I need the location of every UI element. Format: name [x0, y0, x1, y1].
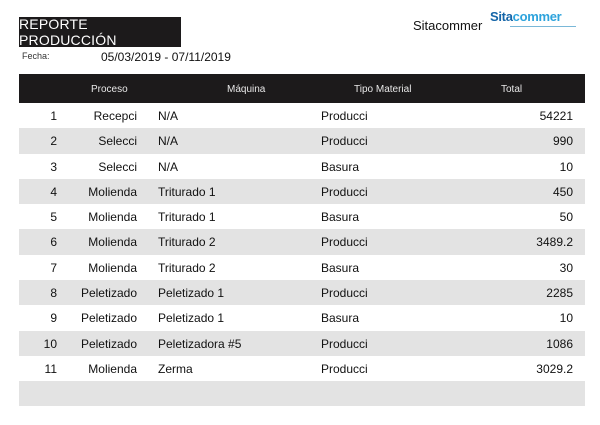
cell-tipo-material: Basura — [321, 311, 360, 326]
cell-total: 10 — [559, 311, 573, 326]
table-empty-row — [19, 381, 585, 407]
company-logo: Sitacommer — [490, 10, 580, 32]
cell-total: 30 — [559, 260, 573, 275]
cell-proceso: Molienda — [88, 235, 137, 250]
cell-total: 3489.2 — [536, 235, 573, 250]
cell-maquina: Peletizado 1 — [158, 286, 225, 301]
table-row: 11 Molienda Zerma Producci 3029.2 — [19, 356, 585, 381]
cell-tipo-material: Basura — [321, 210, 360, 225]
cell-total: 3029.2 — [536, 361, 573, 376]
cell-proceso: Recepci — [93, 109, 137, 123]
cell-proceso: Peletizado — [80, 311, 137, 326]
cell-total: 450 — [552, 184, 573, 199]
cell-total: 2285 — [546, 286, 573, 301]
cell-proceso: Molienda — [88, 361, 137, 376]
cell-total: 10 — [559, 159, 573, 174]
table-body: 1 Recepci N/A Producci 54221 2 Selecci N/A Produ… — [19, 103, 585, 381]
cell-maquina: Triturado 1 — [158, 184, 216, 199]
row-number: 11 — [44, 361, 57, 376]
row-number: 9 — [50, 311, 57, 326]
cell-tipo-material: Basura — [321, 260, 360, 275]
header-total: Total — [501, 84, 523, 95]
cell-total: 1086 — [546, 336, 573, 351]
row-number: 6 — [50, 235, 57, 250]
table-row: 5 Molienda Triturado 1 Basura 50 — [19, 204, 585, 229]
row-number: 10 — [43, 336, 57, 351]
cell-proceso: Selecci — [98, 159, 137, 174]
cell-tipo-material: Producci — [321, 235, 368, 250]
table-row: 10 Peletizado Peletizadora #5 Producci 1086 — [19, 330, 585, 356]
production-table: Proceso Máquina Tipo Material Total 1 Rec… — [19, 74, 585, 407]
row-number: 3 — [50, 159, 57, 174]
cell-maquina: Triturado 2 — [158, 235, 216, 250]
cell-proceso: Molienda — [88, 210, 137, 225]
company-name: Sitacommer — [413, 18, 483, 33]
cell-tipo-material: Basura — [321, 159, 360, 174]
header-proceso: Proceso — [91, 84, 128, 95]
table-row: 9 Peletizado Peletizado 1 Basura 10 — [19, 305, 585, 330]
table-row: 7 Molienda Triturado 2 Basura 30 — [19, 255, 585, 280]
cell-proceso: Molienda — [88, 260, 137, 275]
date-label: Fecha: — [22, 51, 50, 61]
row-number: 2 — [50, 134, 57, 149]
table-row: 4 Molienda Triturado 1 Producci 450 — [19, 178, 585, 205]
report-title: REPORTE PRODUCCIÓN — [19, 16, 181, 48]
cell-maquina: Peletizado 1 — [158, 311, 225, 326]
cell-maquina: Peletizadora #5 — [158, 336, 242, 351]
row-number: 4 — [50, 184, 57, 199]
row-number: 8 — [50, 286, 57, 301]
cell-total: 990 — [552, 134, 573, 149]
logo-text-part1: Sita — [490, 9, 513, 24]
row-number: 7 — [50, 260, 57, 275]
cell-tipo-material: Producci — [321, 361, 368, 376]
cell-tipo-material: Producci — [321, 286, 368, 301]
cell-maquina: N/A — [158, 159, 179, 174]
table-row: 3 Selecci N/A Basura 10 — [19, 154, 585, 179]
row-number: 5 — [50, 210, 57, 225]
table-row: 8 Peletizado Peletizado 1 Producci 2285 — [19, 280, 585, 306]
cell-total: 50 — [559, 210, 573, 225]
header-maquina: Máquina — [227, 84, 266, 95]
cell-tipo-material: Producci — [321, 184, 368, 199]
cell-tipo-material: Producci — [321, 134, 368, 149]
cell-proceso: Peletizado — [80, 336, 137, 351]
cell-tipo-material: Producci — [321, 109, 368, 123]
logo-text-part2: commer — [512, 9, 562, 24]
cell-proceso: Peletizado — [80, 286, 137, 301]
table-row: 1 Recepci N/A Producci 54221 — [19, 103, 585, 128]
header-tipo-material: Tipo Material — [354, 84, 412, 95]
cell-maquina: Zerma — [158, 361, 193, 376]
table-row: 6 Molienda Triturado 2 Producci 3489.2 — [19, 229, 585, 255]
cell-total: 54221 — [539, 109, 573, 123]
table-row: 2 Selecci N/A Producci 990 — [19, 128, 585, 154]
cell-maquina: Triturado 1 — [158, 210, 216, 225]
logo-underline — [510, 26, 576, 27]
row-number: 1 — [50, 109, 57, 123]
date-range: 05/03/2019 - 07/11/2019 — [101, 50, 231, 64]
cell-maquina: N/A — [158, 134, 179, 149]
cell-maquina: Triturado 2 — [158, 260, 216, 275]
cell-tipo-material: Producci — [321, 336, 368, 351]
cell-proceso: Selecci — [98, 134, 137, 149]
cell-proceso: Molienda — [88, 184, 137, 199]
table-header: Proceso Máquina Tipo Material Total — [19, 74, 585, 103]
cell-maquina: N/A — [158, 109, 179, 123]
